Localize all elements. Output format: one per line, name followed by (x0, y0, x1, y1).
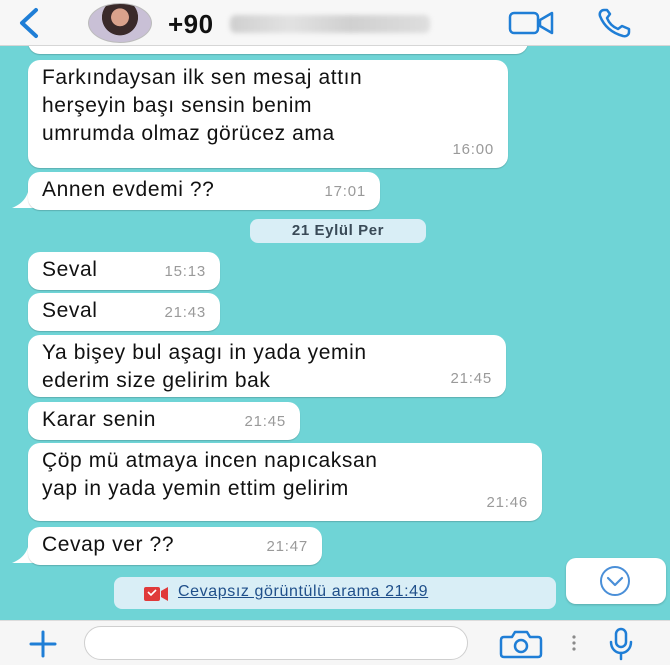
chat-header: +90 (0, 0, 670, 46)
message-composer (0, 620, 670, 665)
message-bubble[interactable]: Farkındaysan ilk sen mesaj attın herşeyi… (28, 60, 508, 168)
camera-icon (499, 630, 543, 659)
voice-call-button[interactable] (596, 7, 636, 39)
message-input[interactable] (84, 626, 468, 660)
avatar[interactable] (88, 3, 152, 43)
message-bubble[interactable]: 15:54 (28, 46, 528, 54)
contact-phone-prefix[interactable]: +90 (168, 9, 214, 40)
missed-call-notice[interactable]: Cevapsız görüntülü arama 21:49 (114, 577, 556, 609)
missed-call-text: Cevapsız görüntülü arama (178, 583, 381, 600)
message-text: Farkındaysan ilk sen mesaj attın herşeyi… (42, 66, 363, 145)
message-bubble[interactable]: Karar senin 21:45 (28, 402, 300, 440)
missed-video-icon (144, 587, 168, 601)
message-time: 21:45 (244, 413, 286, 430)
message-time: 21:47 (266, 538, 308, 555)
camera-button[interactable] (498, 629, 544, 659)
scroll-down-button[interactable] (566, 558, 666, 604)
message-time: 17:01 (324, 183, 366, 200)
missed-call-label[interactable]: Cevapsız görüntülü arama 21:49 (178, 583, 428, 601)
microphone-icon (609, 627, 633, 661)
missed-call-time: 21:49 (385, 583, 429, 600)
video-call-icon (508, 11, 554, 35)
message-text: Seval (42, 299, 98, 322)
back-chevron-icon (20, 8, 38, 38)
message-time: 15:54 (475, 46, 514, 54)
message-time: 15:13 (164, 263, 206, 280)
video-call-button[interactable] (508, 10, 554, 36)
message-time: 21:43 (164, 304, 206, 321)
message-bubble[interactable]: Cevap ver ?? 21:47 (28, 527, 322, 565)
voice-note-button[interactable] (606, 627, 636, 661)
chat-area[interactable]: 15:54 Farkındaysan ilk sen mesaj attın h… (0, 46, 670, 620)
message-time: 21:45 (450, 370, 492, 387)
message-text: Seval (42, 258, 98, 281)
chevron-down-icon (600, 566, 630, 596)
separator-dots (572, 635, 576, 651)
attach-button[interactable] (26, 629, 60, 659)
message-bubble[interactable]: Ya bişey bul aşagı in yada yemin ederim … (28, 335, 506, 397)
message-text: Karar senin (42, 408, 156, 431)
message-text: Çöp mü atmaya incen napıcaksan yap in ya… (42, 449, 378, 500)
plus-icon (29, 630, 57, 658)
message-bubble[interactable]: Annen evdemi ?? 17:01 (28, 172, 380, 210)
message-text: Annen evdemi ?? (42, 178, 215, 201)
message-text: Ya bişey bul aşagı in yada yemin ederim … (42, 341, 367, 392)
date-divider: 21 Eylül Per (250, 219, 426, 243)
phone-icon (598, 8, 631, 38)
back-button[interactable] (14, 6, 44, 40)
message-bubble[interactable]: Seval 15:13 (28, 252, 220, 290)
message-bubble[interactable]: Çöp mü atmaya incen napıcaksan yap in ya… (28, 443, 542, 521)
message-bubble[interactable]: Seval 21:43 (28, 293, 220, 331)
message-time: 16:00 (452, 141, 494, 158)
message-text: Cevap ver ?? (42, 533, 175, 556)
message-time: 21:46 (486, 494, 528, 511)
contact-number-blurred (230, 15, 430, 33)
